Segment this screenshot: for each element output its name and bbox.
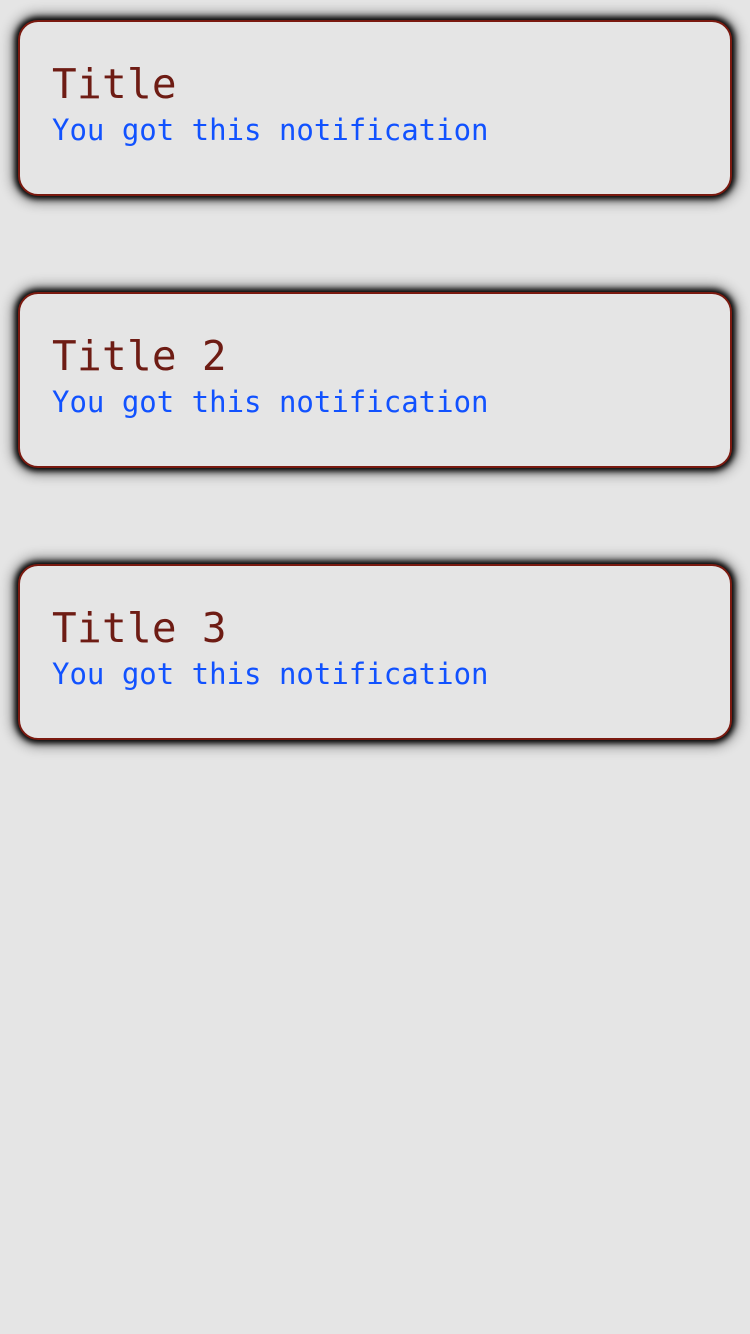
notification-title: Title 2 [52, 332, 227, 380]
notification-card[interactable]: Title You got this notification [18, 20, 732, 196]
notification-title: Title 3 [52, 604, 227, 652]
notification-message: You got this notification [52, 657, 489, 691]
notification-card[interactable]: Title 3 You got this notification [18, 564, 732, 740]
notification-title: Title [52, 60, 177, 108]
notification-message: You got this notification [52, 113, 489, 147]
notification-card[interactable]: Title 2 You got this notification [18, 292, 732, 468]
notification-message: You got this notification [52, 385, 489, 419]
notification-list: Title You got this notification Title 2 … [18, 20, 732, 836]
